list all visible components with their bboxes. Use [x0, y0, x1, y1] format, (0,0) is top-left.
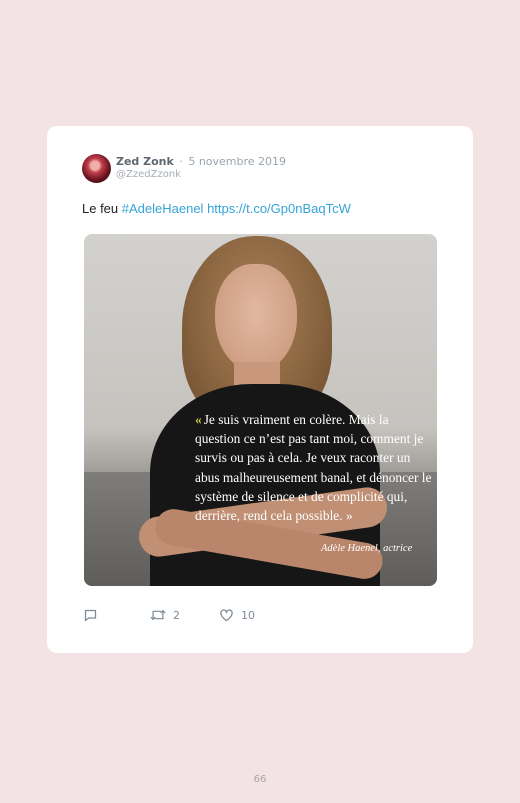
url-link[interactable]: https://t.co/Gp0nBaqTcW	[207, 201, 351, 216]
retweet-icon	[150, 608, 166, 622]
tweet-date[interactable]: 5 novembre 2019	[188, 155, 286, 168]
photo-face	[215, 264, 297, 372]
retweet-button[interactable]: 2	[150, 608, 180, 622]
page-number: 66	[253, 774, 267, 785]
quote-mark: «	[195, 412, 202, 427]
tweet-text: Le feu #AdeleHaenel https://t.co/Gp0nBaq…	[82, 201, 351, 216]
like-count: 10	[241, 608, 255, 622]
reply-icon	[83, 608, 98, 623]
tweet-text-plain: Le feu	[82, 201, 122, 216]
tweet-header: Zed Zonk · 5 novembre 2019	[116, 155, 286, 168]
hashtag-link[interactable]: #AdeleHaenel	[122, 201, 204, 216]
reply-button[interactable]	[83, 608, 98, 623]
separator: ·	[179, 155, 183, 168]
avatar[interactable]	[82, 154, 111, 183]
author-handle[interactable]: @ZzedZzonk	[116, 169, 181, 180]
tweet-card: Zed Zonk · 5 novembre 2019 @ZzedZzonk Le…	[47, 126, 473, 653]
tweet-actions: 2 10	[83, 608, 383, 626]
image-quote: «Je suis vraiment en colère. Mais la que…	[195, 410, 435, 525]
author-name[interactable]: Zed Zonk	[116, 155, 174, 168]
heart-icon	[219, 608, 234, 622]
tweet-image[interactable]: «Je suis vraiment en colère. Mais la que…	[84, 234, 437, 586]
quote-attribution: Adèle Haenel, actrice	[321, 543, 413, 554]
retweet-count: 2	[173, 608, 180, 622]
like-button[interactable]: 10	[219, 608, 255, 622]
quote-text: e suis vraiment en colère. Mais la quest…	[195, 412, 432, 524]
